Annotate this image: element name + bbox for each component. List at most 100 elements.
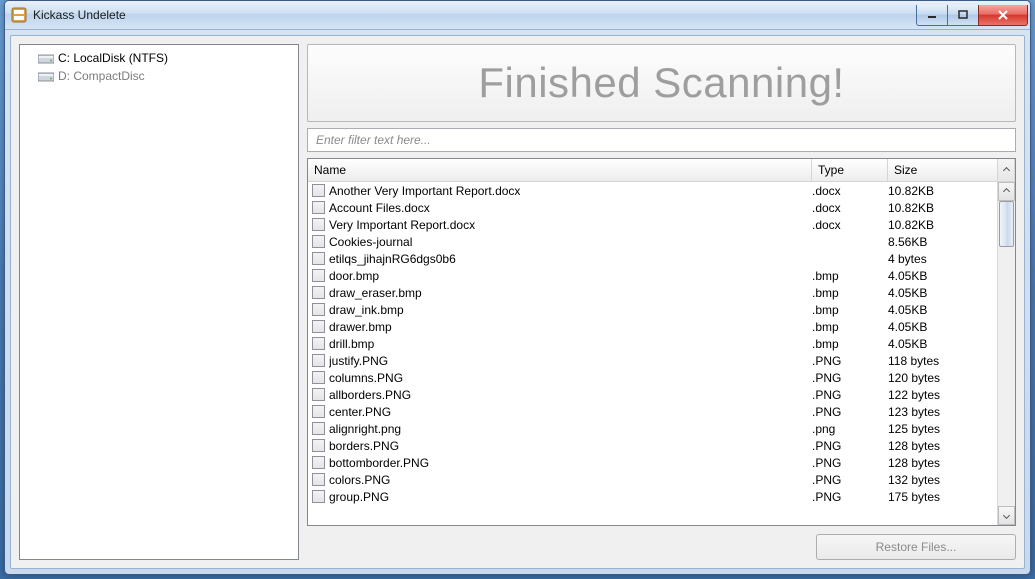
filter-box[interactable]: [307, 128, 1016, 152]
row-checkbox[interactable]: [312, 490, 325, 503]
cell-name: group.PNG: [329, 490, 812, 504]
scroll-down-button[interactable]: [998, 506, 1015, 525]
cell-name: etilqs_jihajnRG6dgs0b6: [329, 252, 812, 266]
row-checkbox[interactable]: [312, 439, 325, 452]
footer: Restore Files...: [307, 532, 1016, 560]
cell-size: 10.82KB: [888, 184, 998, 198]
table-row[interactable]: Cookies-journal 8.56KB: [308, 233, 998, 250]
cell-size: 10.82KB: [888, 218, 998, 232]
drive-tree[interactable]: C: LocalDisk (NTFS) D: CompactDisc: [19, 44, 299, 560]
cell-size: 4 bytes: [888, 252, 998, 266]
table-row[interactable]: justify.PNG.PNG118 bytes: [308, 352, 998, 369]
table-row[interactable]: bottomborder.PNG.PNG128 bytes: [308, 454, 998, 471]
row-checkbox[interactable]: [312, 269, 325, 282]
cell-size: 118 bytes: [888, 354, 998, 368]
row-checkbox[interactable]: [312, 388, 325, 401]
cell-type: .PNG: [812, 388, 888, 402]
minimize-button[interactable]: [916, 5, 948, 26]
table-row[interactable]: etilqs_jihajnRG6dgs0b6 4 bytes: [308, 250, 998, 267]
row-checkbox[interactable]: [312, 184, 325, 197]
row-checkbox[interactable]: [312, 235, 325, 248]
table-row[interactable]: draw_ink.bmp.bmp4.05KB: [308, 301, 998, 318]
file-list: Name Type Size Another Very Important Re…: [307, 158, 1016, 526]
cell-size: 128 bytes: [888, 439, 998, 453]
row-checkbox[interactable]: [312, 252, 325, 265]
drive-item[interactable]: C: LocalDisk (NTFS): [22, 49, 296, 67]
maximize-button[interactable]: [947, 5, 979, 26]
row-checkbox[interactable]: [312, 405, 325, 418]
cell-size: 128 bytes: [888, 456, 998, 470]
table-row[interactable]: alignright.png.png125 bytes: [308, 420, 998, 437]
cell-type: .docx: [812, 201, 888, 215]
table-row[interactable]: drawer.bmp.bmp4.05KB: [308, 318, 998, 335]
cell-type: .docx: [812, 218, 888, 232]
row-checkbox[interactable]: [312, 456, 325, 469]
cell-name: justify.PNG: [329, 354, 812, 368]
scroll-up-button[interactable]: [998, 182, 1015, 201]
scroll-track[interactable]: [998, 201, 1015, 506]
table-row[interactable]: draw_eraser.bmp.bmp4.05KB: [308, 284, 998, 301]
row-checkbox[interactable]: [312, 473, 325, 486]
col-header-size[interactable]: Size: [888, 159, 998, 181]
restore-files-button[interactable]: Restore Files...: [816, 534, 1016, 560]
row-checkbox[interactable]: [312, 218, 325, 231]
cell-type: .PNG: [812, 490, 888, 504]
cell-name: drawer.bmp: [329, 320, 812, 334]
cell-size: 8.56KB: [888, 235, 998, 249]
titlebar[interactable]: Kickass Undelete: [5, 1, 1030, 30]
cell-name: Another Very Important Report.docx: [329, 184, 812, 198]
row-checkbox[interactable]: [312, 320, 325, 333]
row-checkbox[interactable]: [312, 303, 325, 316]
table-row[interactable]: door.bmp.bmp4.05KB: [308, 267, 998, 284]
table-row[interactable]: Very Important Report.docx.docx10.82KB: [308, 216, 998, 233]
close-button[interactable]: [978, 5, 1028, 26]
cell-size: 122 bytes: [888, 388, 998, 402]
cell-name: draw_ink.bmp: [329, 303, 812, 317]
cell-size: 120 bytes: [888, 371, 998, 385]
col-header-type[interactable]: Type: [812, 159, 888, 181]
window-buttons: [917, 5, 1028, 25]
table-row[interactable]: Account Files.docx.docx10.82KB: [308, 199, 998, 216]
status-banner: Finished Scanning!: [307, 44, 1016, 122]
table-row[interactable]: Another Very Important Report.docx.docx1…: [308, 182, 998, 199]
cell-name: draw_eraser.bmp: [329, 286, 812, 300]
cell-type: .PNG: [812, 354, 888, 368]
table-row[interactable]: allborders.PNG.PNG122 bytes: [308, 386, 998, 403]
cell-name: door.bmp: [329, 269, 812, 283]
table-row[interactable]: drill.bmp.bmp4.05KB: [308, 335, 998, 352]
row-checkbox[interactable]: [312, 201, 325, 214]
cell-name: colors.PNG: [329, 473, 812, 487]
row-checkbox[interactable]: [312, 354, 325, 367]
filter-input[interactable]: [314, 132, 1009, 148]
cell-name: Cookies-journal: [329, 235, 812, 249]
cell-size: 4.05KB: [888, 286, 998, 300]
cell-name: alignright.png: [329, 422, 812, 436]
cell-size: 4.05KB: [888, 269, 998, 283]
chevron-down-icon: [1003, 512, 1010, 519]
cell-type: .bmp: [812, 286, 888, 300]
table-row[interactable]: colors.PNG.PNG132 bytes: [308, 471, 998, 488]
row-checkbox[interactable]: [312, 371, 325, 384]
scroll-thumb[interactable]: [999, 201, 1014, 247]
cell-size: 4.05KB: [888, 337, 998, 351]
file-list-header: Name Type Size: [308, 159, 1015, 182]
cell-size: 175 bytes: [888, 490, 998, 504]
window-title: Kickass Undelete: [33, 8, 917, 22]
app-icon: [11, 7, 27, 23]
row-checkbox[interactable]: [312, 286, 325, 299]
table-row[interactable]: group.PNG.PNG175 bytes: [308, 488, 998, 505]
drive-label: C: LocalDisk (NTFS): [58, 51, 168, 65]
table-row[interactable]: borders.PNG.PNG128 bytes: [308, 437, 998, 454]
table-row[interactable]: columns.PNG.PNG120 bytes: [308, 369, 998, 386]
table-row[interactable]: center.PNG.PNG123 bytes: [308, 403, 998, 420]
cell-size: 132 bytes: [888, 473, 998, 487]
row-checkbox[interactable]: [312, 337, 325, 350]
vertical-scrollbar[interactable]: [997, 182, 1015, 525]
cell-size: 123 bytes: [888, 405, 998, 419]
cell-name: borders.PNG: [329, 439, 812, 453]
chevron-up-icon: [1003, 188, 1010, 195]
col-header-name[interactable]: Name: [308, 159, 812, 181]
cell-name: columns.PNG: [329, 371, 812, 385]
row-checkbox[interactable]: [312, 422, 325, 435]
drive-item[interactable]: D: CompactDisc: [22, 67, 296, 85]
